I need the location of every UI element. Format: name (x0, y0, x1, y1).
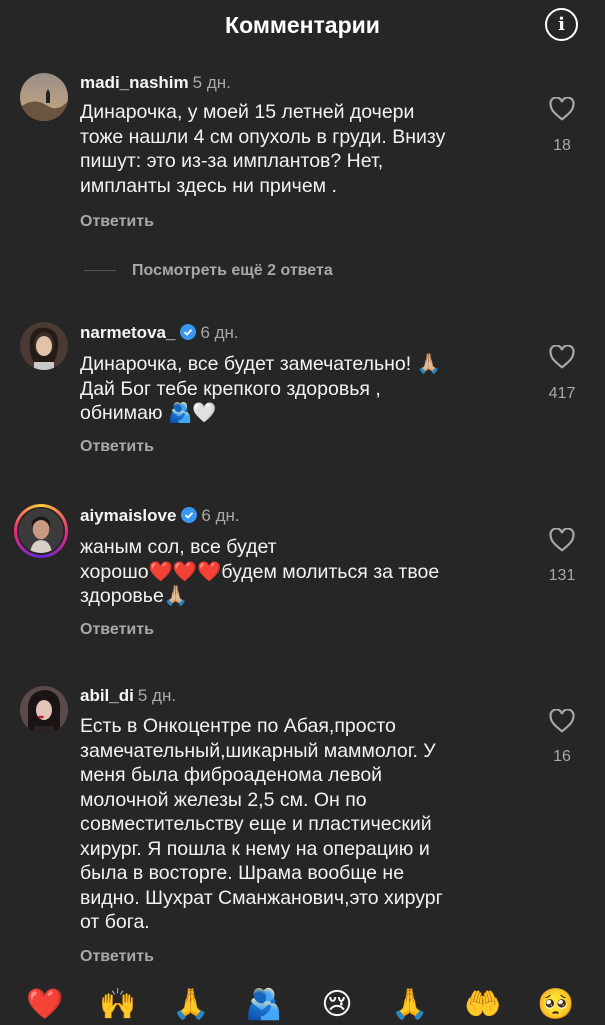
page-title: Комментарии (225, 12, 380, 38)
avatar-madi-nashim[interactable] (20, 73, 68, 121)
reply-button[interactable]: Ответить (80, 438, 154, 456)
heart-icon[interactable] (549, 345, 575, 369)
like-count: 18 (553, 137, 571, 154)
reply-button[interactable]: Ответить (80, 621, 154, 639)
comment-time: 5 дн. (137, 686, 177, 705)
emoji-cry-button[interactable]: 😢 (317, 985, 357, 1025)
header: Комментарии i (0, 0, 605, 50)
comment-username[interactable]: abil_di 5 дн. (80, 686, 176, 706)
emoji-heart-button[interactable]: ❤️ (25, 985, 65, 1025)
comment-username[interactable]: aiymaislove 6 дн. (80, 506, 240, 526)
comment-time: 6 дн. (201, 506, 240, 525)
heart-icon[interactable] (549, 97, 575, 121)
emoji-palms-up-button[interactable]: 🤲 (463, 985, 503, 1025)
comment-text: Есть в Онкоцентре по Абая,просто замечат… (80, 715, 443, 933)
like-count: 131 (548, 567, 576, 584)
emoji-raised-hands-button[interactable]: 🙌 (98, 985, 138, 1025)
emoji-pray-button-2[interactable]: 🙏 (390, 985, 430, 1025)
like-count: 417 (548, 385, 576, 402)
comment-time: 5 дн. (192, 73, 231, 92)
verified-badge-icon (181, 507, 198, 523)
info-icon[interactable]: i (545, 8, 578, 41)
avatar-abil-di[interactable] (20, 686, 68, 734)
comment-username[interactable]: narmetova_ 6 дн. (80, 323, 239, 343)
verified-badge-icon (180, 324, 197, 340)
emoji-pray-button[interactable]: 🙏 (171, 985, 211, 1025)
emoji-hug-button[interactable]: 🫂 (244, 985, 284, 1025)
comment-text: жаным сол, все будет хорошо❤️❤️❤️будем м… (80, 536, 440, 607)
emoji-pleading-button[interactable]: 🥺 (536, 985, 576, 1025)
heart-icon[interactable] (549, 709, 575, 733)
quick-reactions-bar: ❤️ 🙌 🙏 🫂 😢 🙏 🤲 🥺 (0, 985, 605, 1024)
reply-button[interactable]: Ответить (80, 213, 154, 231)
like-count: 16 (553, 748, 571, 765)
divider (84, 270, 116, 272)
comment-time: 6 дн. (200, 323, 239, 342)
avatar-narmetova[interactable] (20, 322, 68, 370)
comment-username[interactable]: madi_nashim 5 дн. (80, 73, 231, 93)
comment-text: Динарочка, у моей 15 летней дочери тоже … (80, 101, 446, 197)
heart-icon[interactable] (549, 528, 575, 552)
comment-text: Динарочка, все будет замечательно! 🙏🏼 Да… (80, 353, 441, 424)
view-more-label: Посмотреть ещё 2 ответа (132, 262, 333, 279)
view-more-replies-button[interactable]: Посмотреть ещё 2 ответа (84, 262, 333, 280)
reply-button[interactable]: Ответить (80, 948, 154, 966)
avatar-aiymaislove[interactable] (14, 504, 68, 558)
